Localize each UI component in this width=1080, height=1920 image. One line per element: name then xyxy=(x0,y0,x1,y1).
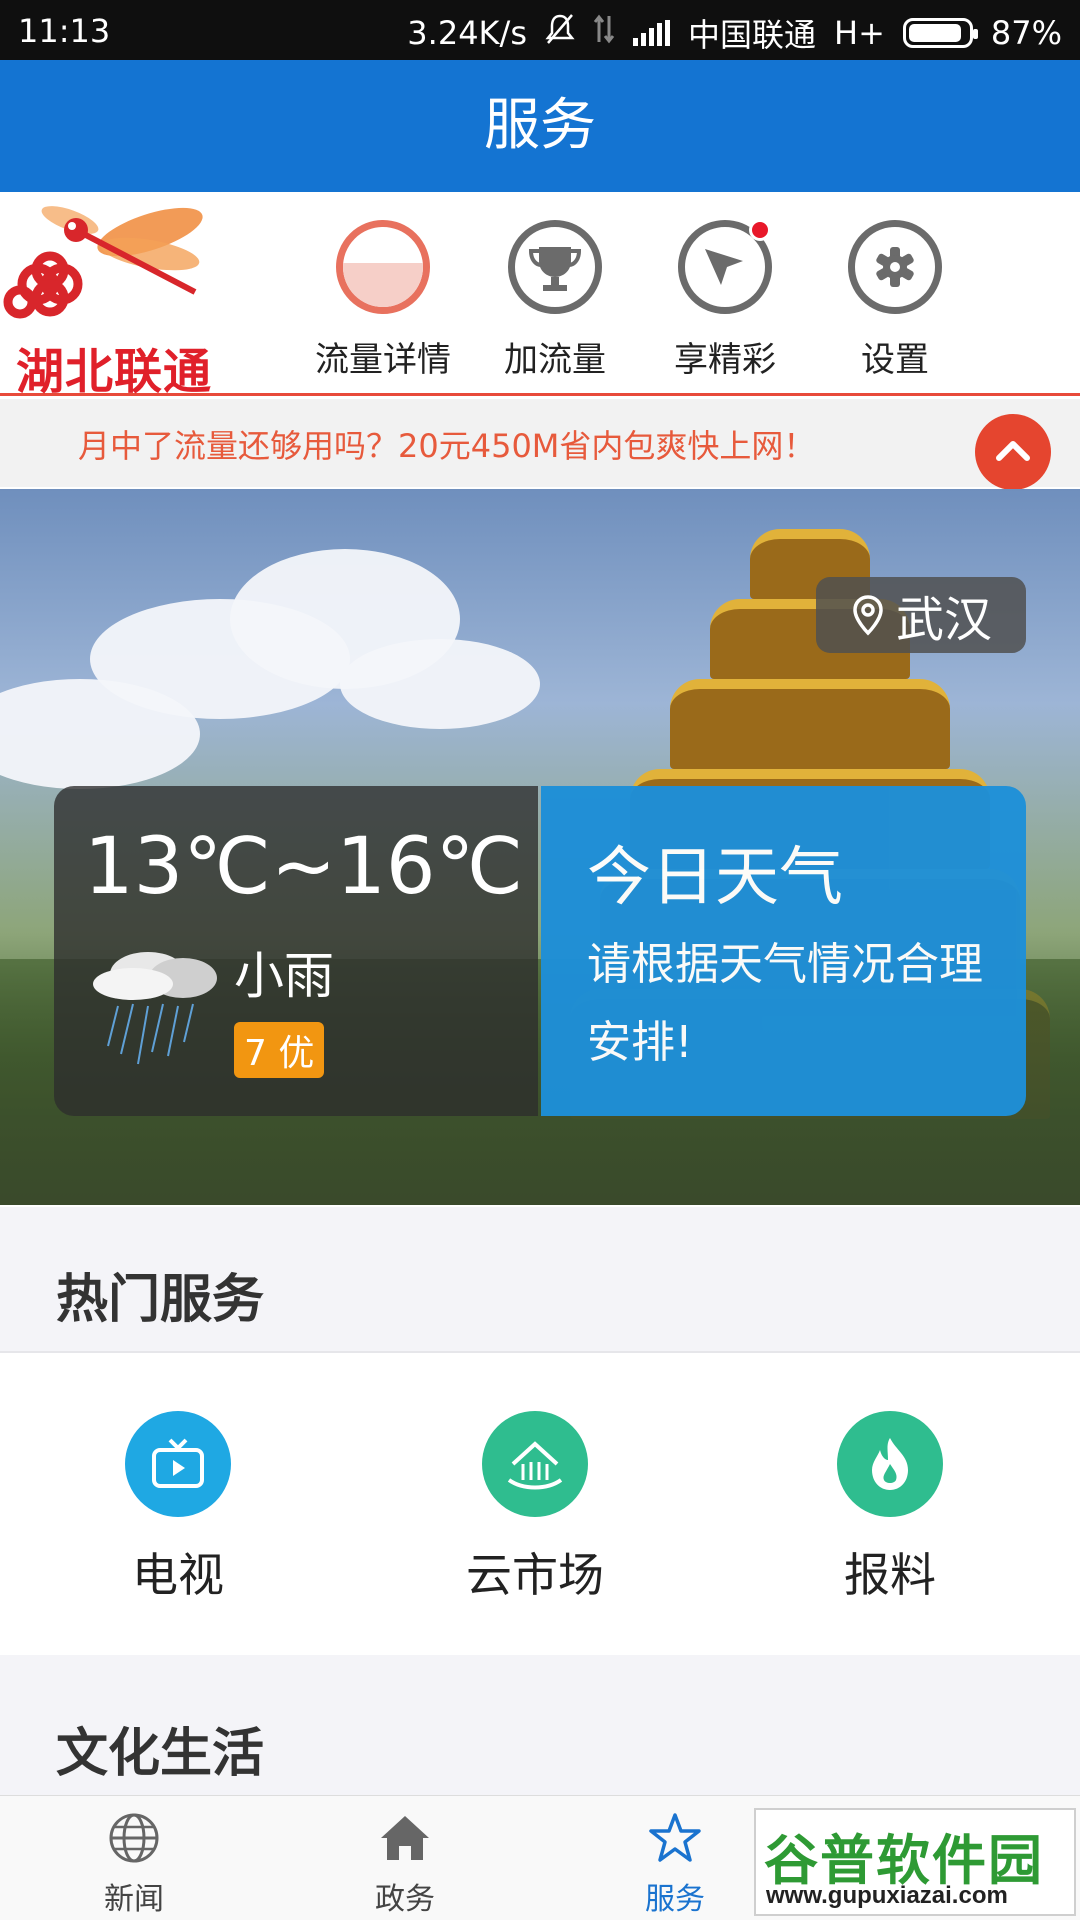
app-header: 服务 xyxy=(0,60,1080,192)
enjoy-label: 享精彩 xyxy=(674,340,776,380)
service-cloud-market-label: 云市场 xyxy=(466,1548,604,1602)
rain-cloud-icon xyxy=(93,952,217,1065)
collapse-button[interactable] xyxy=(975,414,1051,490)
mute-icon xyxy=(545,13,575,53)
weather-condition: 小雨 xyxy=(234,947,334,1005)
nav-news-label: 新闻 xyxy=(104,1882,164,1917)
aqi-badge: 7 优 xyxy=(234,1022,325,1078)
battery-icon xyxy=(902,18,978,48)
flow-gauge-icon xyxy=(336,220,430,314)
watermark-logo: 谷普软件园 www.gupuxiazai.com xyxy=(754,1808,1076,1916)
signal-icon xyxy=(632,20,670,46)
dragonfly-logo-icon xyxy=(3,206,203,319)
page-title: 服务 xyxy=(484,93,596,158)
service-tv[interactable]: 电视 xyxy=(78,1411,278,1605)
unicom-logo[interactable]: 湖北联通 xyxy=(0,192,230,400)
globe-icon xyxy=(64,1810,204,1866)
flow-details-label: 流量详情 xyxy=(315,340,451,380)
service-report[interactable]: 报料 xyxy=(790,1411,990,1605)
watermark-url: www.gupuxiazai.com xyxy=(766,1882,1008,1909)
network-type: H+ xyxy=(834,14,885,52)
nav-services[interactable]: 服务 xyxy=(605,1810,745,1918)
temperature-card[interactable]: 13℃~16℃ 小雨 7 优 xyxy=(54,786,538,1116)
promo-text: 月中了流量还够用吗？20元450M省内包爽快上网！ xyxy=(78,427,816,465)
flow-details-button[interactable]: 流量详情 xyxy=(308,220,458,381)
network-speed: 3.24K/s xyxy=(407,14,527,52)
home-icon xyxy=(335,1810,475,1866)
promo-banner[interactable]: 月中了流量还够用吗？20元450M省内包爽快上网！ xyxy=(0,399,1080,487)
nav-government-label: 政务 xyxy=(375,1882,435,1917)
trophy-icon xyxy=(508,220,602,314)
unicom-toolbar: 湖北联通 流量详情 加流量 享精彩 设置 xyxy=(0,192,1080,400)
location-chip[interactable]: 武汉 xyxy=(816,577,1026,653)
pointer-icon xyxy=(678,219,772,314)
service-report-label: 报料 xyxy=(844,1548,936,1602)
cloud-shape xyxy=(340,639,540,729)
weather-banner: 武汉 13℃~16℃ 小雨 7 优 今日天气 请根据天气情况合理安排! xyxy=(0,489,1080,1205)
carrier-name: 中国联通 xyxy=(687,16,816,54)
nav-government[interactable]: 政务 xyxy=(335,1810,475,1918)
location-pin-icon xyxy=(853,595,883,636)
enjoy-button[interactable]: 享精彩 xyxy=(650,219,800,381)
today-weather-desc: 请根据天气情况合理安排! xyxy=(587,939,983,1068)
today-weather-title: 今日天气 xyxy=(587,841,843,915)
service-cloud-market[interactable]: 云市场 xyxy=(435,1411,635,1605)
hot-services-header: 热门服务 xyxy=(0,1207,1080,1353)
today-weather-card[interactable]: 今日天气 请根据天气情况合理安排! xyxy=(541,786,1026,1116)
flame-icon xyxy=(837,1411,943,1517)
settings-button[interactable]: 设置 xyxy=(820,220,970,381)
service-tv-label: 电视 xyxy=(132,1548,224,1602)
add-flow-button[interactable]: 加流量 xyxy=(480,220,630,381)
star-icon xyxy=(605,1810,745,1866)
chevron-up-icon xyxy=(996,441,1030,461)
temperature-range: 13℃~16℃ xyxy=(84,822,524,912)
hot-services-grid: 电视 云市场 报料 xyxy=(0,1355,1080,1655)
cloud-market-icon xyxy=(482,1411,588,1517)
culture-life-header: 文化生活 xyxy=(0,1655,1080,1795)
notification-dot xyxy=(749,219,771,241)
add-flow-label: 加流量 xyxy=(504,340,606,380)
data-arrows-icon xyxy=(593,14,615,52)
status-time: 11:13 xyxy=(18,12,111,50)
battery-level: 87% xyxy=(990,14,1062,52)
settings-label: 设置 xyxy=(861,340,929,380)
status-indicators: 3.24K/s 中国联通 H+ 87% xyxy=(407,10,1062,56)
gear-icon xyxy=(848,220,942,314)
tv-icon xyxy=(125,1411,231,1517)
nav-services-label: 服务 xyxy=(645,1882,705,1917)
status-bar: 11:13 3.24K/s 中国联通 H+ 87% xyxy=(0,0,1080,60)
nav-news[interactable]: 新闻 xyxy=(64,1810,204,1918)
brand-name: 湖北联通 xyxy=(16,344,213,400)
hot-services-title: 热门服务 xyxy=(56,1270,265,1330)
culture-life-title: 文化生活 xyxy=(56,1724,265,1784)
city-name: 武汉 xyxy=(895,592,992,648)
